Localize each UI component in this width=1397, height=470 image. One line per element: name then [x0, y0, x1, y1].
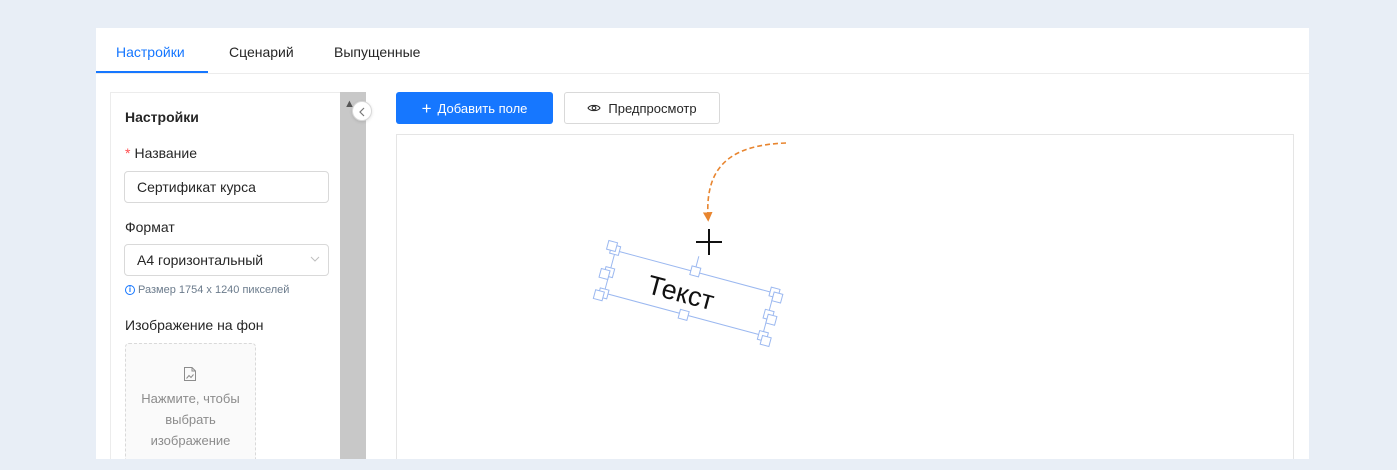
chevron-left-icon — [359, 107, 365, 117]
eye-icon — [587, 104, 602, 112]
add-field-label: Добавить поле — [437, 100, 528, 116]
annotation-arrow — [702, 142, 787, 222]
bg-image-label: Изображение на фон — [125, 317, 264, 333]
add-field-button[interactable]: + Добавить поле — [396, 92, 553, 124]
name-label-text: Название — [134, 145, 198, 161]
name-label: * Название — [125, 145, 197, 161]
chevron-down-icon — [310, 256, 320, 262]
preview-label: Предпросмотр — [608, 100, 697, 116]
format-select-value: A4 горизонтальный — [137, 252, 264, 268]
size-hint: i Размер 1754 x 1240 пикселей — [125, 284, 289, 296]
certificate-editor-panel: Настройки Сценарий Выпущенные Настройки … — [96, 28, 1309, 459]
preview-button[interactable]: Предпросмотр — [564, 92, 720, 124]
tab-scenario[interactable]: Сценарий — [229, 44, 294, 60]
tab-bar: Настройки Сценарий Выпущенные — [96, 28, 1309, 74]
tab-settings[interactable]: Настройки — [116, 44, 185, 60]
image-file-icon — [184, 367, 196, 381]
sidebar-scrollbar[interactable] — [340, 92, 366, 459]
format-label: Формат — [125, 219, 175, 235]
collapse-sidebar-button[interactable] — [352, 101, 372, 121]
tab-issued[interactable]: Выпущенные — [334, 44, 420, 60]
active-tab-indicator — [96, 71, 208, 73]
bg-image-upload[interactable]: Нажмите, чтобы выбрать изображение — [125, 343, 256, 459]
size-hint-text: Размер 1754 x 1240 пикселей — [138, 284, 290, 296]
name-input[interactable] — [124, 171, 329, 203]
required-mark: * — [125, 145, 131, 161]
settings-sidebar: Настройки *Название Формат A4 горизонтал… — [110, 92, 366, 459]
info-icon: i — [125, 285, 135, 295]
certificate-canvas[interactable]: Текст — [396, 134, 1294, 459]
text-field-element[interactable]: Текст — [592, 233, 787, 348]
canvas-drawing: Текст — [592, 142, 787, 348]
move-cursor-icon — [696, 229, 722, 255]
format-select[interactable]: A4 горизонтальный — [124, 244, 329, 276]
plus-icon: + — [421, 98, 432, 118]
settings-title: Настройки — [125, 109, 199, 125]
upload-text: Нажмите, чтобы выбрать изображение — [141, 391, 240, 448]
